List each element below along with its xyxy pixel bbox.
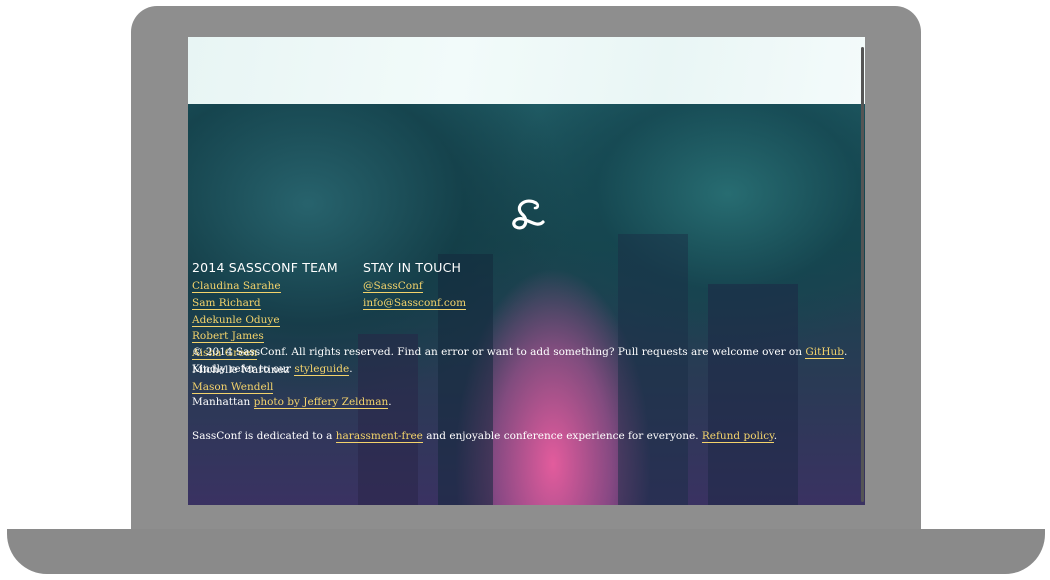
photo-credit-text: . — [388, 396, 392, 408]
team-member: Adekunle Oduye — [192, 312, 338, 329]
team-heading: 2014 SASSCONF TEAM — [192, 260, 338, 275]
photo-credit-paragraph: Manhattan photo by Jeffery Zeldman. — [192, 394, 857, 411]
laptop-base — [7, 529, 1045, 574]
refund-policy-link[interactable]: Refund policy — [701, 430, 774, 443]
browser-viewport: 2014 SASSCONF TEAM Claudina Sarahe Sam R… — [188, 37, 865, 505]
stay-in-touch-heading: STAY IN TOUCH — [363, 260, 462, 275]
team-member-link[interactable]: Sam Richard — [192, 296, 261, 310]
photo-credit-text: Manhattan — [192, 396, 254, 408]
team-member-link[interactable]: Adekunle Oduye — [192, 313, 280, 327]
stay-in-touch-column: STAY IN TOUCH @SassConf info@Sassconf.co… — [363, 260, 467, 312]
styleguide-link[interactable]: styleguide — [294, 362, 350, 376]
team-member-link[interactable]: Mason Wendell — [192, 380, 274, 394]
policy-paragraph: SassConf is dedicated to a harassment-fr… — [192, 428, 857, 445]
policy-text: SassConf is dedicated to a — [192, 430, 336, 442]
footer-hero-background: 2014 SASSCONF TEAM Claudina Sarahe Sam R… — [188, 104, 865, 505]
team-member: Robert James — [192, 328, 338, 345]
sassconf-logo-icon — [512, 199, 545, 230]
email-link[interactable]: info@Sassconf.com — [363, 296, 467, 310]
harassment-free-link[interactable]: harassment-free — [335, 430, 423, 443]
copyright-paragraph: © 2014 SassConf. All rights reserved. Fi… — [192, 344, 857, 377]
scrollbar[interactable] — [861, 47, 864, 502]
team-member: Sam Richard — [192, 295, 338, 312]
policy-text: . — [773, 430, 778, 442]
page-top-band — [188, 37, 865, 104]
team-member: Claudina Sarahe — [192, 278, 338, 295]
github-link[interactable]: GitHub — [805, 346, 844, 359]
twitter-link[interactable]: @SassConf — [363, 280, 423, 293]
laptop-mockup: 2014 SASSCONF TEAM Claudina Sarahe Sam R… — [0, 0, 1050, 580]
photo-credit-link[interactable]: photo by Jeffery Zeldman — [253, 396, 389, 409]
copyright-text: © 2014 SassConf. All rights reserved. Fi… — [192, 346, 806, 358]
team-member-link[interactable]: Robert James — [192, 330, 264, 344]
team-member-link[interactable]: Claudina Sarahe — [192, 280, 281, 293]
policy-text: and enjoyable conference experience for … — [422, 430, 702, 442]
copyright-text: . — [349, 362, 353, 375]
